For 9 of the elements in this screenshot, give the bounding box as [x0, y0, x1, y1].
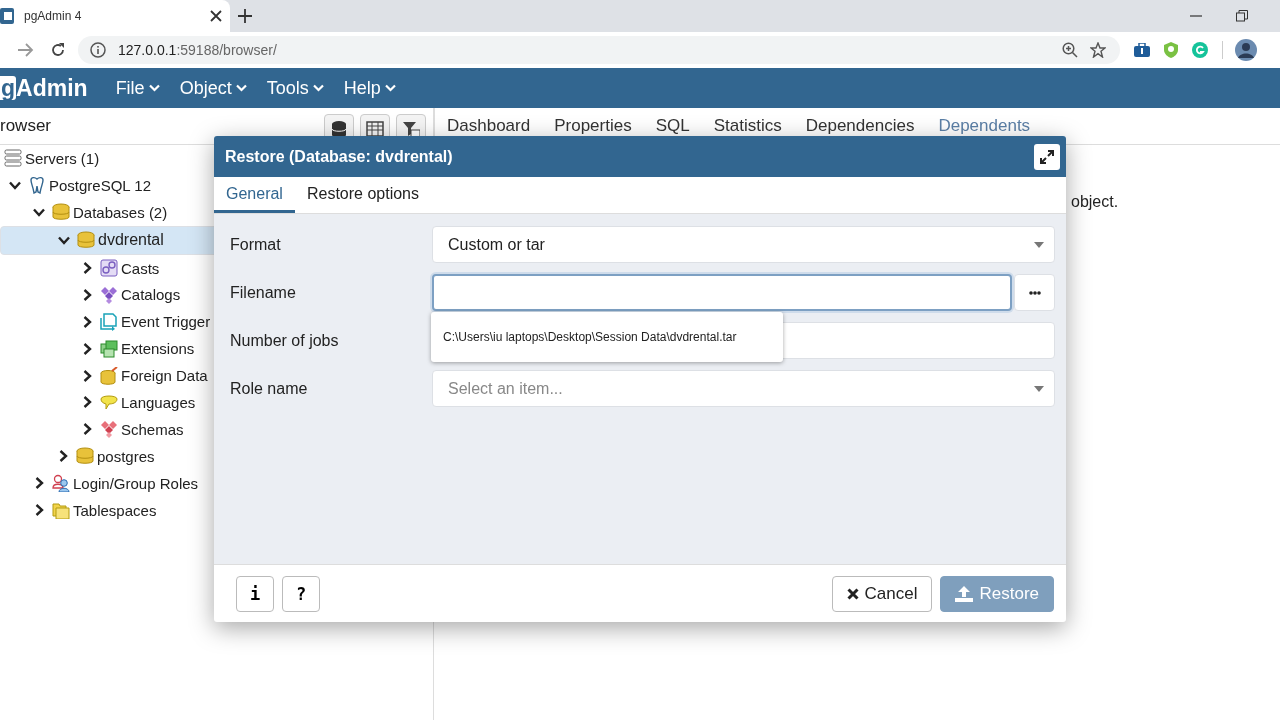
field-label: Role name — [230, 379, 309, 398]
dialog-title: Restore (Database: dvdrental) — [225, 147, 454, 166]
tab-title: pgAdmin 4 — [24, 9, 83, 23]
logo: gAdmin — [0, 74, 88, 102]
message-text: object. — [1071, 193, 1119, 211]
field-label: Number of jobs — [230, 331, 340, 350]
field-label: Filename — [230, 283, 297, 302]
field-label: Format — [230, 235, 282, 254]
url-text: 127.0.0.1:59188/browser/ — [118, 42, 277, 58]
